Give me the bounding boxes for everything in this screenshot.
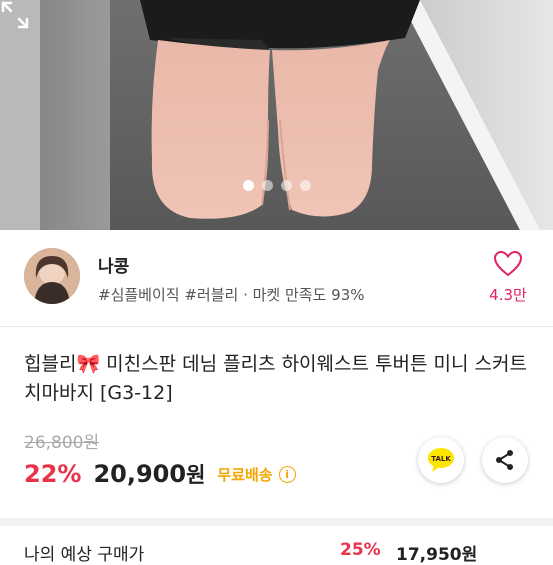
info-icon[interactable]: i — [278, 465, 296, 483]
pager-dot-active[interactable] — [242, 180, 254, 191]
image-pager — [0, 180, 553, 192]
kakao-talk-button[interactable]: TALK — [418, 437, 464, 483]
seller-section — [0, 230, 553, 326]
free-shipping-label: 무료배송 — [217, 465, 273, 484]
kakao-talk-icon: TALK — [428, 448, 454, 472]
pager-dot[interactable] — [299, 180, 311, 191]
expected-discount: 25% — [340, 540, 381, 560]
divider — [0, 326, 553, 327]
pager-dot[interactable] — [261, 180, 273, 191]
discount-rate: 22% — [24, 460, 82, 488]
share-icon — [496, 450, 513, 470]
kakao-talk-label: TALK — [431, 455, 451, 463]
sale-price: 20,900 — [93, 460, 187, 488]
like-button[interactable] — [484, 250, 532, 282]
price-currency: 원 — [186, 463, 206, 487]
expand-icon[interactable] — [0, 0, 30, 30]
seller-name[interactable]: 나콩 — [98, 252, 129, 277]
like-count: 4.3만 — [489, 286, 527, 304]
product-title: 힙블리🎀 미친스판 데님 플리츠 하이웨스트 투버튼 미니 스커트 치마바지 [… — [24, 353, 527, 404]
heart-icon — [493, 250, 523, 277]
original-price: 26,800원 — [24, 433, 100, 453]
price-row: 22% 20,900 원 무료배송 i — [24, 456, 296, 492]
section-divider — [0, 518, 553, 526]
product-photo — [0, 0, 553, 230]
expected-price-row[interactable]: 나의 예상 구매가 25% 17,950원 — [24, 540, 534, 565]
product-image[interactable] — [0, 0, 553, 230]
pager-dot[interactable] — [280, 180, 292, 191]
share-button[interactable] — [482, 437, 528, 483]
seller-tags: #심플베이직 #러블리 · 마켓 만족도 93% — [98, 286, 365, 304]
seller-avatar[interactable] — [24, 248, 80, 304]
avatar-image — [24, 248, 80, 304]
